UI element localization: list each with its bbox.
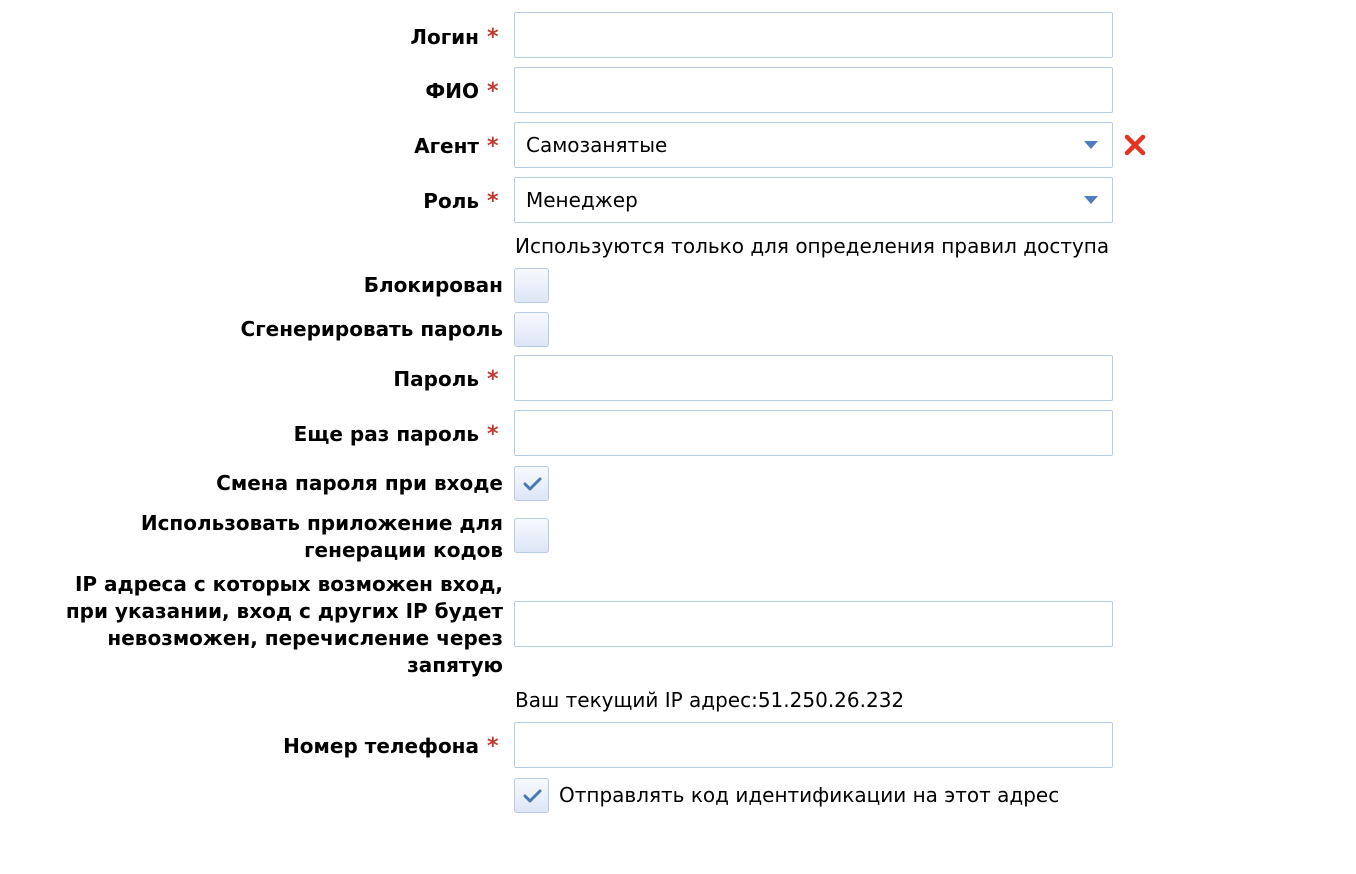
change-password-label: Смена пароля при входе (216, 471, 503, 495)
use-code-app-label-line2: генерации кодов (304, 538, 503, 562)
password-repeat-input[interactable] (514, 410, 1113, 456)
chevron-down-icon (1084, 196, 1098, 204)
agent-selected-value: Самозанятые (526, 133, 668, 157)
ip-label-line4: запятую (407, 653, 503, 677)
role-hint: Используются только для определения прав… (515, 234, 1110, 258)
change-password-checkbox[interactable] (514, 466, 549, 501)
password-repeat-required-mark: * (487, 422, 499, 447)
chevron-down-icon (1084, 141, 1098, 149)
blocked-checkbox[interactable] (514, 268, 549, 303)
password-label: Пароль (393, 367, 479, 391)
agent-required-mark: * (487, 134, 499, 159)
role-selected-value: Менеджер (526, 188, 638, 212)
user-form: Логин * ФИО * Агент * Самозанятые Роль *… (0, 0, 1356, 874)
blocked-label: Блокирован (363, 273, 503, 297)
password-repeat-label: Еще раз пароль (293, 422, 479, 446)
current-ip-text: Ваш текущий IP адрес:51.250.26.232 (515, 688, 905, 712)
checkmark-icon (523, 477, 542, 491)
ip-label-line2: при указании, вход с других IP будет (65, 599, 503, 623)
login-required-mark: * (487, 25, 499, 50)
checkmark-icon (523, 789, 542, 803)
ip-label-line3: невозможен, перечисление через (107, 626, 503, 650)
ip-label-line1: IP адреса с которых возможен вход, (74, 572, 503, 596)
phone-input[interactable] (514, 722, 1113, 768)
use-code-app-checkbox[interactable] (514, 518, 549, 553)
send-code-label: Отправлять код идентификации на этот адр… (559, 783, 1060, 807)
phone-label: Номер телефона (283, 734, 479, 758)
password-input[interactable] (514, 355, 1113, 401)
password-required-mark: * (487, 367, 499, 392)
ip-addresses-input[interactable] (514, 601, 1113, 647)
login-label: Логин (410, 25, 479, 49)
generate-password-label: Сгенерировать пароль (240, 317, 503, 341)
agent-select[interactable]: Самозанятые (514, 122, 1113, 168)
use-code-app-label-line1: Использовать приложение для (140, 511, 503, 535)
fio-required-mark: * (487, 79, 499, 104)
phone-required-mark: * (487, 734, 499, 759)
agent-label: Агент (414, 134, 479, 158)
login-input[interactable] (514, 12, 1113, 58)
role-required-mark: * (487, 189, 499, 214)
role-label: Роль (423, 189, 479, 213)
clear-agent-icon[interactable] (1123, 133, 1147, 157)
role-select[interactable]: Менеджер (514, 177, 1113, 223)
fio-label: ФИО (425, 79, 479, 103)
send-code-checkbox[interactable] (514, 778, 549, 813)
generate-password-checkbox[interactable] (514, 312, 549, 347)
fio-input[interactable] (514, 67, 1113, 113)
